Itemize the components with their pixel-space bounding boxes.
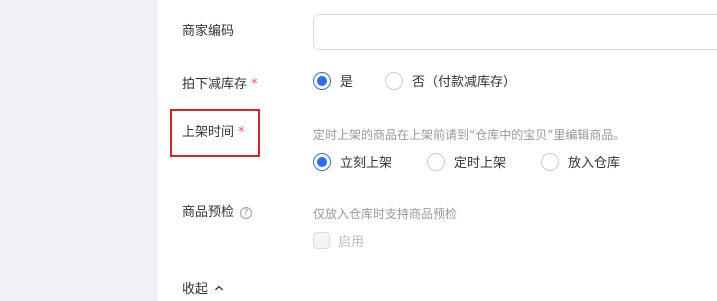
page: 商家编码 拍下减库存 * 是 否（付款减库存） 上架时间 * 定时上架的商品在上架前… [0, 0, 717, 301]
merchant-code-label: 商家编码 [182, 24, 235, 39]
required-mark: * [251, 77, 258, 92]
collapse-toggle[interactable]: 收起 [182, 278, 224, 297]
radio-circle[interactable] [313, 152, 331, 171]
listing-time-label: 上架时间 * [182, 125, 245, 140]
listing-time-hint: 定时上架的商品在上架前请到“仓库中的宝贝”里编辑商品。 [313, 128, 626, 142]
listing-scheduled-radio[interactable]: 定时上架 [427, 152, 506, 171]
presale-check-hint: 仅放入仓库时支持商品预检 [313, 207, 458, 221]
stock-deduct-no-radio[interactable]: 否（付款减库存） [385, 71, 516, 90]
left-gutter [0, 0, 158, 301]
radio-circle[interactable] [313, 71, 331, 90]
presale-check-checkbox[interactable] [313, 232, 330, 249]
radio-circle[interactable] [541, 152, 559, 171]
radio-circle[interactable] [385, 71, 403, 90]
required-mark: * [238, 125, 245, 140]
presale-check-label: 商品预检? [182, 205, 253, 221]
stock-deduct-yes-radio[interactable]: 是 [313, 71, 353, 90]
chevron-up-icon [215, 285, 223, 290]
question-circle-icon[interactable]: ? [240, 207, 253, 219]
radio-circle[interactable] [427, 152, 445, 171]
listing-warehouse-radio[interactable]: 放入仓库 [541, 152, 620, 171]
merchant-code-input[interactable] [313, 14, 717, 50]
listing-now-radio[interactable]: 立刻上架 [313, 152, 392, 171]
stock-deduct-label: 拍下减库存 * [182, 77, 258, 92]
presale-check-checkbox-row: 启用 [313, 231, 364, 250]
